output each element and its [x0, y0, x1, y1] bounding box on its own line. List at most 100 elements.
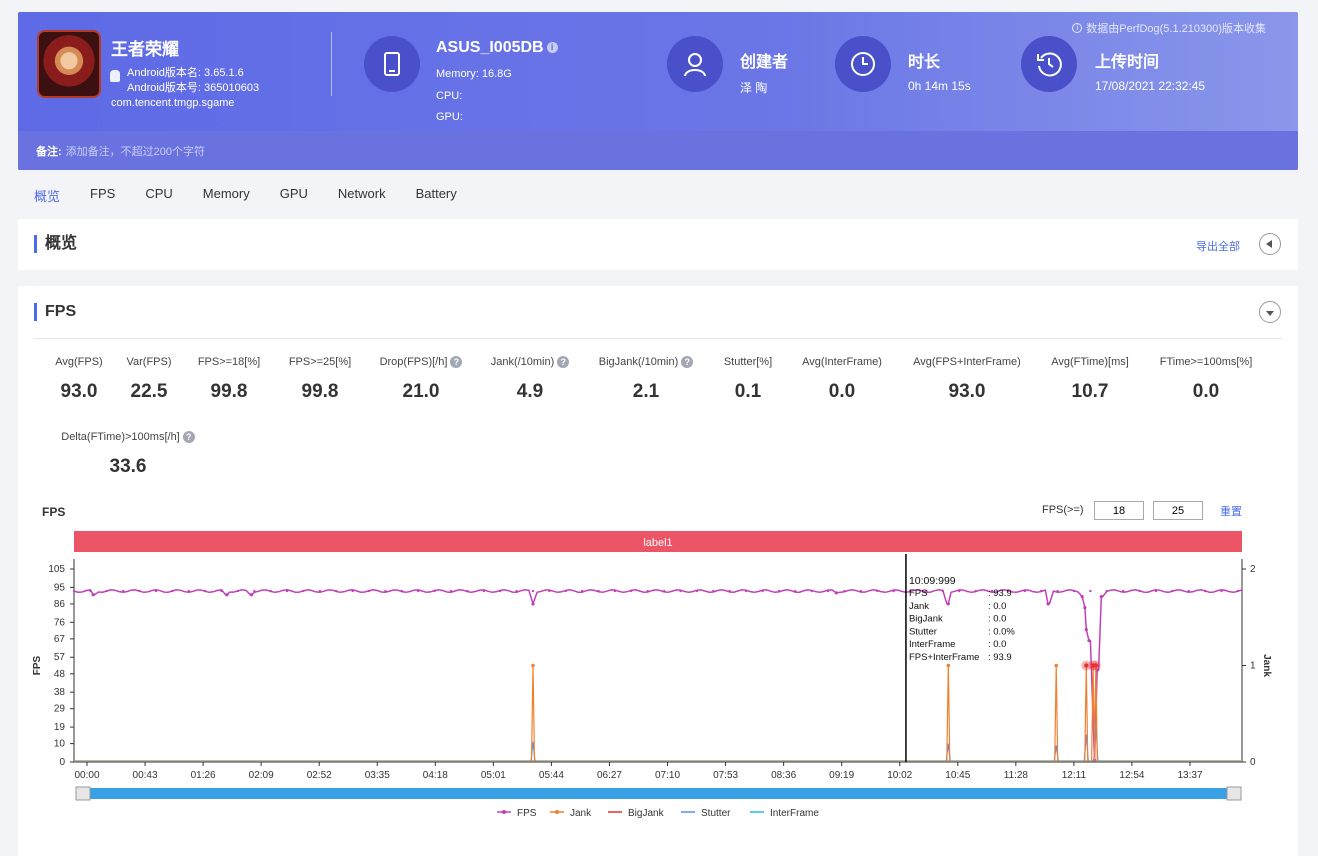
- fps-point: [958, 589, 961, 593]
- zoom-handle-left[interactable]: [75, 786, 91, 801]
- legend-label: Jank: [570, 808, 592, 819]
- fps-point: [630, 589, 633, 593]
- y-tick-label: 48: [54, 669, 66, 680]
- y-tick-label: 76: [54, 617, 66, 628]
- metric-label-text: Delta(FTime)>100ms[/h]: [61, 431, 180, 443]
- tab-network[interactable]: Network: [338, 186, 386, 205]
- x-tick-label: 09:19: [829, 770, 854, 781]
- fps-point: [843, 589, 846, 593]
- android-version-code: Android版本号: 365010603: [127, 82, 260, 94]
- tooltip-value: : 0.0: [988, 639, 1007, 650]
- fps-point: [1039, 589, 1043, 593]
- zoom-handle-right[interactable]: [1226, 786, 1242, 801]
- fps-dip-point: [1046, 602, 1050, 606]
- report-header: i 数据由PerfDog(5.1.210300)版本收集 王者荣耀 Androi…: [18, 12, 1298, 170]
- y2-tick-label: 2: [1250, 564, 1256, 575]
- jank-spike: [1084, 665, 1089, 762]
- tab-cpu[interactable]: CPU: [145, 186, 172, 205]
- fps-point: [712, 589, 715, 593]
- fps-point: [580, 589, 584, 593]
- tab-overview[interactable]: 概览: [34, 186, 60, 205]
- fps-point: [171, 589, 174, 593]
- fps-point: [187, 589, 190, 593]
- creator-label: 创建者: [740, 54, 789, 71]
- collapse-down-button[interactable]: [1259, 301, 1281, 323]
- tab-memory[interactable]: Memory: [203, 186, 250, 205]
- fps-point: [318, 589, 322, 593]
- tooltip-value: : 93.9: [988, 588, 1012, 599]
- fps-point: [695, 589, 699, 593]
- y-tick-label: 105: [48, 564, 65, 575]
- y-axis: 0 10 19 29 38 48 57 67 76 86 95 105 FPS: [32, 559, 75, 768]
- upload-label: 上传时间: [1095, 54, 1160, 71]
- export-all-link[interactable]: 导出全部: [1196, 238, 1240, 254]
- metric-label: FTime>=100ms[%]: [1126, 356, 1286, 368]
- fps-point: [1154, 589, 1158, 593]
- fps-dip-point: [834, 591, 838, 595]
- metric-value: 0.0: [1192, 381, 1220, 402]
- y2-tick-label: 0: [1250, 757, 1256, 768]
- y-tick-label: 29: [54, 704, 66, 715]
- y-tick-label: 19: [54, 722, 66, 733]
- tooltip-key: FPS+InterFrame: [909, 652, 979, 663]
- fps-point: [662, 589, 666, 593]
- metric-value: 33.6: [109, 456, 147, 477]
- y-axis-title: FPS: [32, 655, 43, 675]
- x-tick-label: 01:26: [191, 770, 216, 781]
- x-tick-label: 08:36: [771, 770, 796, 781]
- y2-tick-label: 1: [1250, 661, 1256, 672]
- fps-point: [400, 589, 404, 593]
- tab-battery[interactable]: Battery: [416, 186, 457, 205]
- x-tick-label: 02:09: [249, 770, 274, 781]
- fps-chart[interactable]: label1 0 10 19 29 38 48 57 67 76 86 95 105 FPS 0 1 2 Ja…: [0, 516, 1318, 856]
- label-band-text: label1: [643, 537, 672, 549]
- fps-point: [466, 589, 469, 593]
- fps-point: [810, 589, 813, 593]
- zoom-slider-track[interactable]: [76, 788, 1240, 799]
- overview-card: 概览 导出全部: [18, 219, 1298, 270]
- fps-point: [1105, 589, 1108, 593]
- tab-gpu[interactable]: GPU: [280, 186, 308, 205]
- fps-point: [138, 589, 141, 593]
- fps-dip-point: [1099, 594, 1103, 599]
- tab-fps[interactable]: FPS: [90, 186, 115, 205]
- legend-label: BigJank: [628, 808, 665, 819]
- x-tick-label: 05:01: [481, 770, 506, 781]
- fps-point: [1171, 589, 1174, 593]
- fps-dip-point: [946, 602, 950, 606]
- x-tick-label: 07:53: [713, 770, 738, 781]
- legend-marker: [555, 810, 559, 814]
- x-tick-label: 00:43: [133, 770, 158, 781]
- fps-dip-point: [249, 593, 254, 597]
- fps-dip-point: [1080, 594, 1084, 599]
- y-tick-label: 10: [54, 739, 66, 750]
- tooltip-time: 10:09:999: [909, 575, 956, 587]
- fps-section-title: FPS: [34, 303, 76, 321]
- fps-point: [253, 589, 256, 593]
- jank-point: [1054, 663, 1059, 668]
- fps-point: [941, 589, 945, 593]
- tooltip-key: InterFrame: [909, 639, 955, 650]
- fps-dip-point: [1084, 628, 1088, 632]
- x-tick-label: 13:37: [1177, 770, 1202, 781]
- fps-point: [367, 589, 371, 593]
- tooltip-value: : 0.0: [988, 601, 1007, 612]
- help-icon[interactable]: ?: [182, 431, 195, 443]
- y2-axis: 0 1 2 Jank: [1241, 559, 1272, 768]
- android-version-name: Android版本名: 3.65.1.6: [127, 67, 244, 79]
- collapse-left-button[interactable]: [1259, 233, 1281, 255]
- note-bar[interactable]: 备注: 添加备注，不超过200个字符: [18, 131, 1298, 170]
- device-info-icon[interactable]: i: [546, 42, 558, 54]
- fps-point: [515, 589, 518, 593]
- header-divider: [331, 32, 332, 96]
- x-tick-label: 07:10: [655, 770, 680, 781]
- y-tick-label: 0: [59, 757, 65, 768]
- legend-marker: [502, 810, 506, 814]
- chart-legend: FPS Jank BigJank Stutter InterFrame: [497, 808, 819, 819]
- section-divider: [34, 338, 1282, 339]
- device-icon: [364, 36, 420, 92]
- y-tick-label: 86: [54, 599, 66, 610]
- fps-point: [1220, 589, 1223, 593]
- note-input[interactable]: 添加备注，不超过200个字符: [66, 143, 205, 159]
- metric-label-text: Avg(InterFrame): [802, 356, 882, 368]
